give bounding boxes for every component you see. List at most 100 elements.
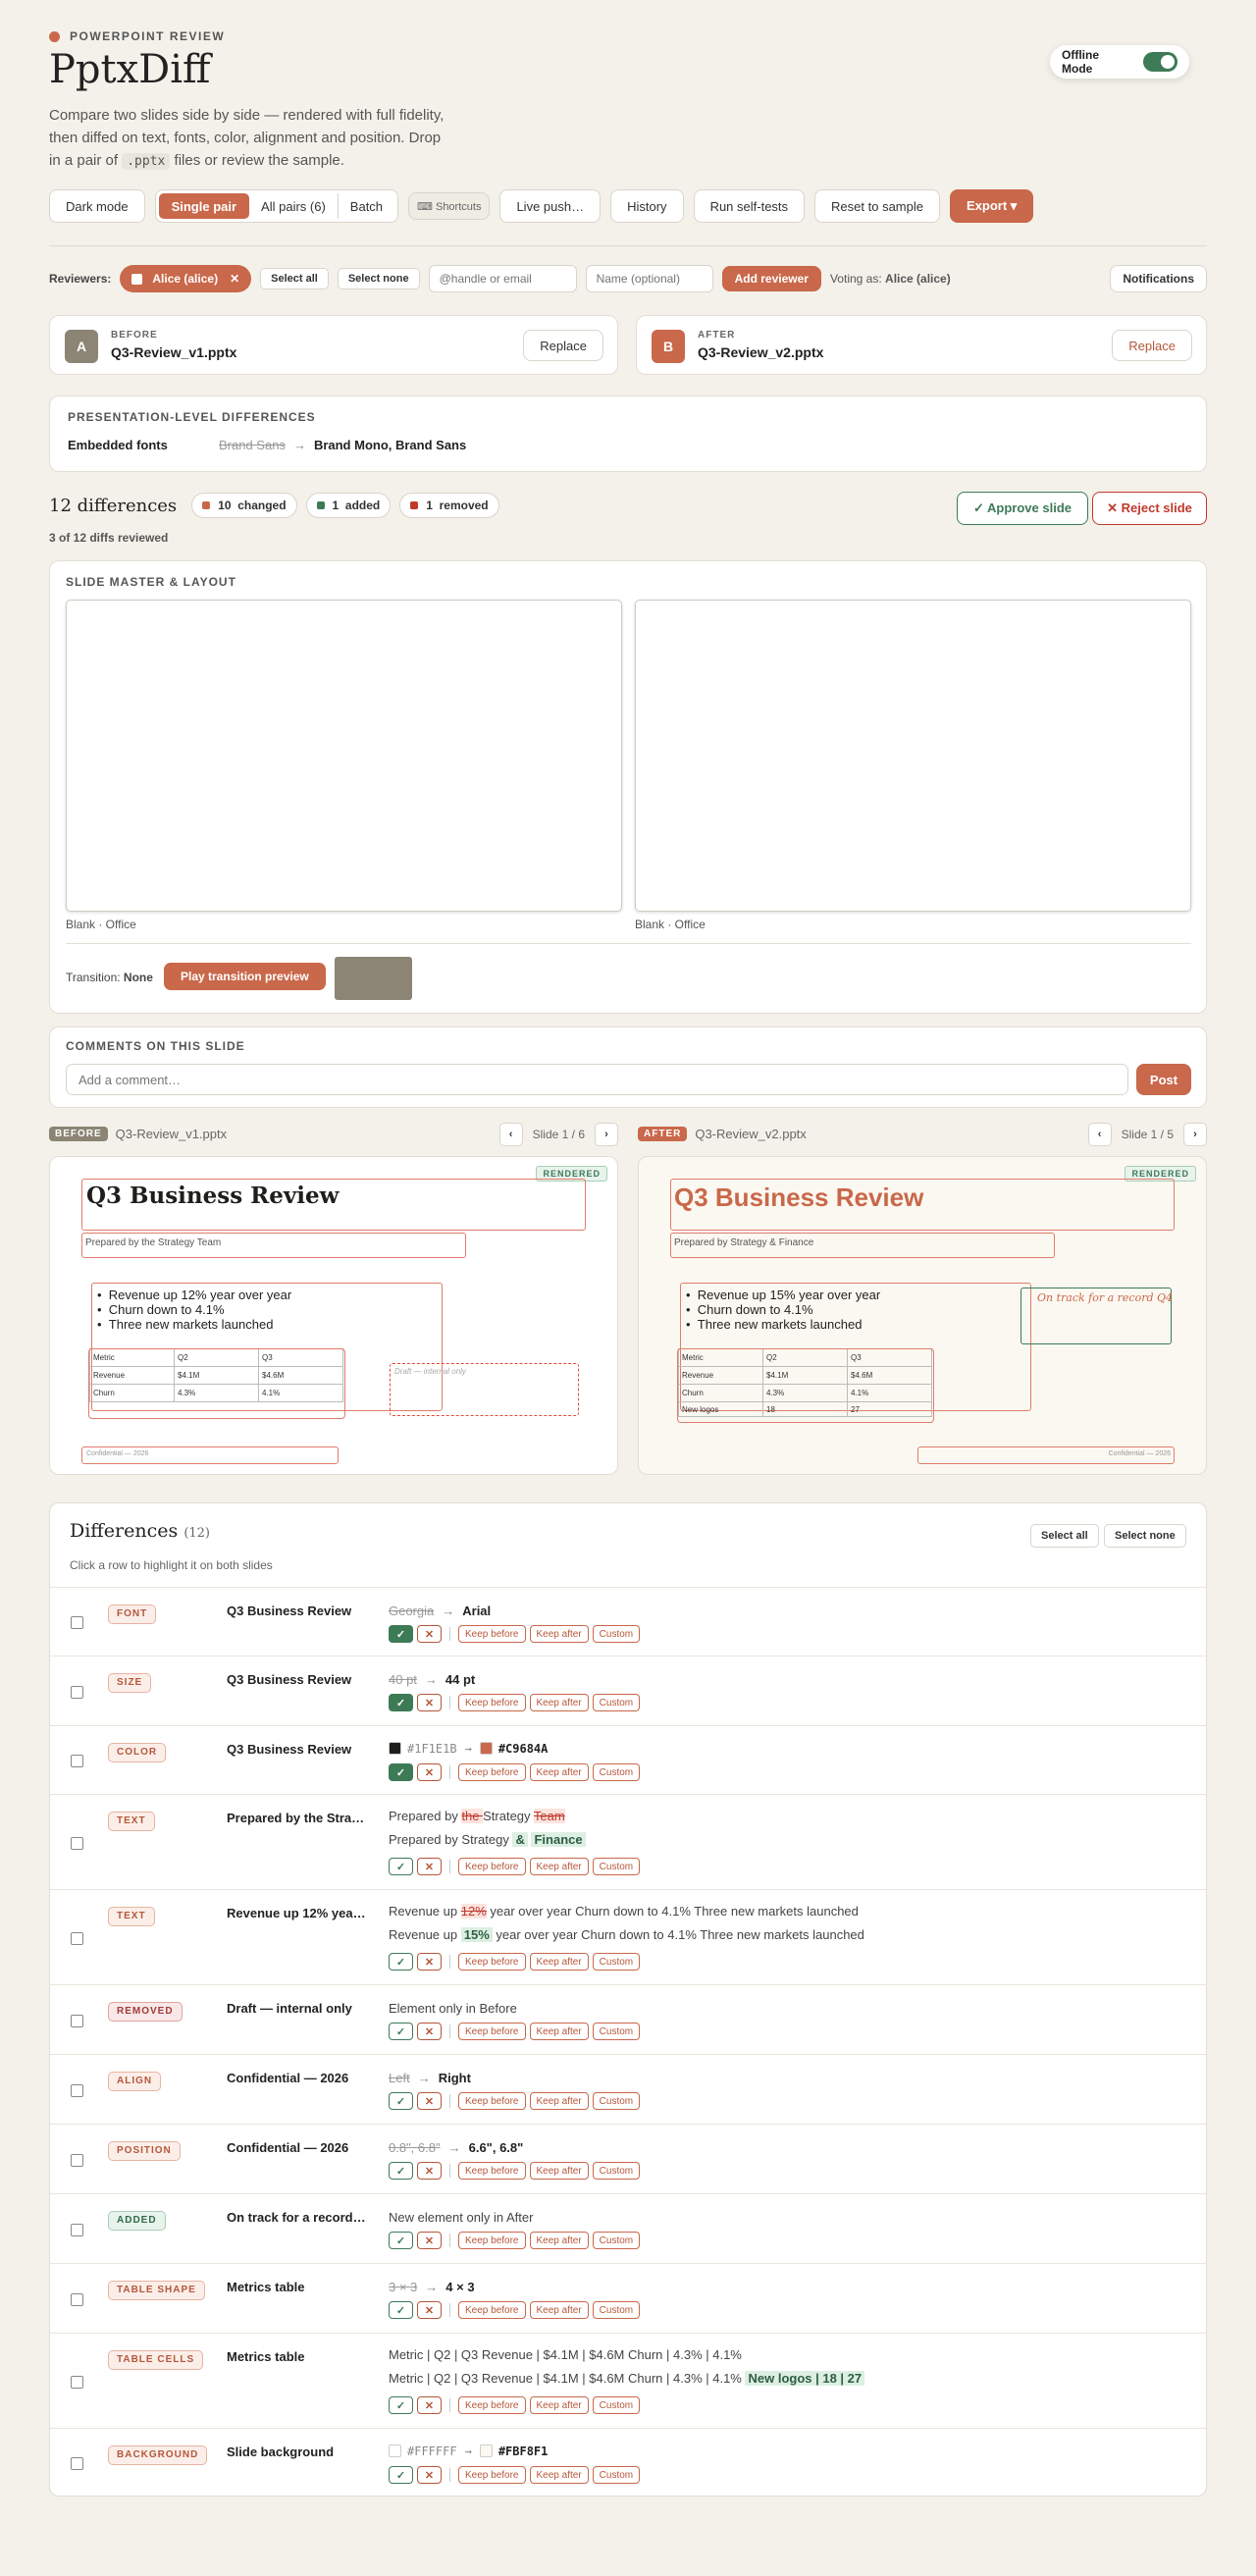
keep-before-button[interactable]: Keep before xyxy=(458,2301,526,2319)
next-slide-icon[interactable]: › xyxy=(595,1122,618,1146)
approve-diff-button[interactable]: ✓ xyxy=(389,2466,413,2484)
custom-button[interactable]: Custom xyxy=(592,2162,641,2180)
run-self-tests-button[interactable]: Run self-tests xyxy=(693,189,806,223)
diff-row-checkbox[interactable] xyxy=(71,2224,83,2236)
keep-before-button[interactable]: Keep before xyxy=(458,2396,526,2414)
replace-before-button[interactable]: Replace xyxy=(523,330,603,361)
custom-button[interactable]: Custom xyxy=(592,1625,641,1643)
diff-row[interactable]: BACKGROUND Slide background #FFFFFF → #FBF… xyxy=(50,2428,1206,2496)
custom-button[interactable]: Custom xyxy=(592,2092,641,2110)
all-pairs-tab[interactable]: All pairs (6) xyxy=(249,193,338,219)
keep-before-button[interactable]: Keep before xyxy=(458,1763,526,1781)
reviewer-checkbox[interactable] xyxy=(131,273,143,285)
custom-button[interactable]: Custom xyxy=(592,2232,641,2249)
remove-reviewer-icon[interactable]: ✕ xyxy=(230,272,239,286)
custom-button[interactable]: Custom xyxy=(592,1953,641,1971)
diff-row[interactable]: FONT Q3 Business Review Georgia → Arial ✓ … xyxy=(50,1587,1206,1656)
replace-after-button[interactable]: Replace xyxy=(1112,330,1192,361)
diff-row[interactable]: POSITION Confidential — 2026 0.8", 6.8" →… xyxy=(50,2124,1206,2193)
history-button[interactable]: History xyxy=(610,189,684,223)
reject-diff-button[interactable]: ✕ xyxy=(417,1953,442,1971)
keep-before-button[interactable]: Keep before xyxy=(458,2466,526,2484)
toggle-switch[interactable] xyxy=(1142,52,1178,72)
approve-diff-button[interactable]: ✓ xyxy=(389,2301,413,2319)
diff-row[interactable]: TEXT Prepared by the Stra… Prepared by t… xyxy=(50,1794,1206,1889)
keep-after-button[interactable]: Keep after xyxy=(529,2466,589,2484)
reject-diff-button[interactable]: ✕ xyxy=(417,1625,442,1643)
keep-after-button[interactable]: Keep after xyxy=(529,1763,589,1781)
reset-to-sample-button[interactable]: Reset to sample xyxy=(814,189,940,223)
keep-after-button[interactable]: Keep after xyxy=(529,2092,589,2110)
play-transition-button[interactable]: Play transition preview xyxy=(164,963,326,990)
reject-slide-button[interactable]: ✕ Reject slide xyxy=(1092,492,1207,525)
table-box[interactable] xyxy=(677,1348,934,1423)
diff-row-checkbox[interactable] xyxy=(71,1755,83,1767)
table-box[interactable] xyxy=(88,1348,345,1419)
select-none-reviewers[interactable]: Select none xyxy=(337,268,420,289)
reject-diff-button[interactable]: ✕ xyxy=(417,2466,442,2484)
keep-before-button[interactable]: Keep before xyxy=(458,2092,526,2110)
approve-slide-button[interactable]: ✓ Approve slide xyxy=(957,492,1088,525)
diff-row[interactable]: COLOR Q3 Business Review #1F1E1B → #C9684A… xyxy=(50,1725,1206,1794)
prev-slide-icon[interactable]: ‹ xyxy=(498,1122,523,1146)
keep-after-button[interactable]: Keep after xyxy=(529,2162,589,2180)
keep-before-button[interactable]: Keep before xyxy=(458,2162,526,2180)
keep-before-button[interactable]: Keep before xyxy=(458,1694,526,1711)
notifications-button[interactable]: Notifications xyxy=(1110,265,1207,292)
post-comment-button[interactable]: Post xyxy=(1136,1064,1191,1095)
keep-after-button[interactable]: Keep after xyxy=(529,2396,589,2414)
keep-before-button[interactable]: Keep before xyxy=(458,1953,526,1971)
batch-tab[interactable]: Batch xyxy=(337,193,395,219)
reject-diff-button[interactable]: ✕ xyxy=(417,1763,442,1781)
custom-button[interactable]: Custom xyxy=(592,2396,641,2414)
export-button[interactable]: Export ▾ xyxy=(949,189,1034,223)
keep-after-button[interactable]: Keep after xyxy=(529,2301,589,2319)
approve-diff-button[interactable]: ✓ xyxy=(389,2023,413,2040)
approve-diff-button[interactable]: ✓ xyxy=(389,2396,413,2414)
diff-row[interactable]: TEXT Revenue up 12% yea… Revenue up 12% … xyxy=(50,1889,1206,1984)
diff-row-checkbox[interactable] xyxy=(71,1837,83,1850)
keep-before-button[interactable]: Keep before xyxy=(458,2023,526,2040)
select-all-reviewers[interactable]: Select all xyxy=(260,268,329,289)
reject-diff-button[interactable]: ✕ xyxy=(417,2396,442,2414)
select-none-diffs[interactable]: Select none xyxy=(1104,1524,1186,1548)
add-reviewer-button[interactable]: Add reviewer xyxy=(721,266,821,291)
approve-diff-button[interactable]: ✓ xyxy=(389,2162,413,2180)
custom-button[interactable]: Custom xyxy=(592,2301,641,2319)
keep-before-button[interactable]: Keep before xyxy=(458,1625,526,1643)
select-all-diffs[interactable]: Select all xyxy=(1030,1524,1099,1548)
diff-row[interactable]: TABLE CELLS Metrics table Metric | Q2 | … xyxy=(50,2333,1206,2428)
diff-row[interactable]: ALIGN Confidential — 2026 Left → Right ✓ ✕… xyxy=(50,2054,1206,2124)
reviewer-chip[interactable]: Alice (alice) ✕ xyxy=(120,265,252,292)
approve-diff-button[interactable]: ✓ xyxy=(389,1694,413,1711)
name-input[interactable] xyxy=(585,265,713,292)
next-slide-icon[interactable]: › xyxy=(1183,1122,1207,1146)
comment-input[interactable] xyxy=(66,1064,1128,1095)
custom-button[interactable]: Custom xyxy=(592,2023,641,2040)
diff-row-checkbox[interactable] xyxy=(71,2154,83,2167)
diff-row-checkbox[interactable] xyxy=(71,1932,83,1945)
diff-row-checkbox[interactable] xyxy=(71,2015,83,2027)
custom-button[interactable]: Custom xyxy=(592,1763,641,1781)
offline-mode-toggle[interactable]: Offline Mode xyxy=(1050,45,1189,79)
keep-after-button[interactable]: Keep after xyxy=(529,1694,589,1711)
approve-diff-button[interactable]: ✓ xyxy=(389,2232,413,2249)
keep-after-button[interactable]: Keep after xyxy=(529,1625,589,1643)
diff-row[interactable]: TABLE SHAPE Metrics table 3 × 3 → 4 × 3 ✓ … xyxy=(50,2263,1206,2333)
keep-after-button[interactable]: Keep after xyxy=(529,2232,589,2249)
diff-row-checkbox[interactable] xyxy=(71,1686,83,1699)
diff-row[interactable]: SIZE Q3 Business Review 40 pt → 44 pt ✓ ✕ … xyxy=(50,1656,1206,1725)
diff-row-checkbox[interactable] xyxy=(71,2084,83,2097)
reject-diff-button[interactable]: ✕ xyxy=(417,2232,442,2249)
keep-after-button[interactable]: Keep after xyxy=(529,1858,589,1875)
approve-diff-button[interactable]: ✓ xyxy=(389,1858,413,1875)
diff-row-checkbox[interactable] xyxy=(71,1616,83,1629)
diff-row-checkbox[interactable] xyxy=(71,2376,83,2389)
custom-button[interactable]: Custom xyxy=(592,1694,641,1711)
reject-diff-button[interactable]: ✕ xyxy=(417,2301,442,2319)
keep-after-button[interactable]: Keep after xyxy=(529,2023,589,2040)
custom-button[interactable]: Custom xyxy=(592,2466,641,2484)
dark-mode-button[interactable]: Dark mode xyxy=(49,189,145,223)
single-pair-tab[interactable]: Single pair xyxy=(158,193,250,219)
keep-before-button[interactable]: Keep before xyxy=(458,2232,526,2249)
